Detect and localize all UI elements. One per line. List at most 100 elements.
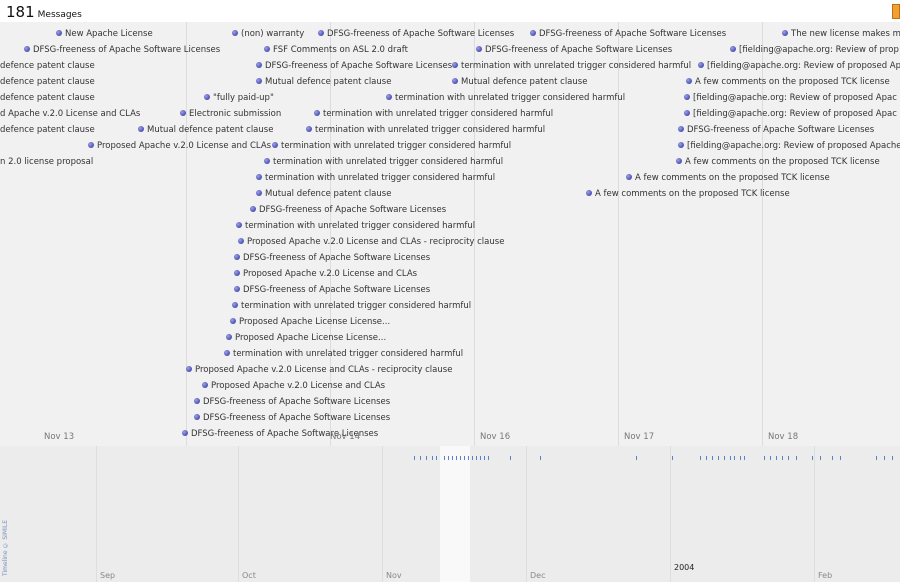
event-dot-icon[interactable]	[314, 110, 320, 116]
timeline-event[interactable]: d Apache v.2.0 License and CLAs	[0, 109, 140, 120]
event-title[interactable]: DFSG-freeness of Apache Software License…	[687, 125, 874, 135]
timeline-event[interactable]: Proposed Apache v.2.0 License and CLAs	[88, 141, 271, 152]
event-dot-icon[interactable]	[230, 318, 236, 324]
timeline-event[interactable]: DFSG-freeness of Apache Software License…	[256, 61, 452, 72]
timeline-event[interactable]: [fielding@apache.org: Review of proposed…	[678, 141, 900, 152]
event-title[interactable]: Proposed Apache License License...	[239, 317, 390, 327]
event-dot-icon[interactable]	[684, 110, 690, 116]
event-title[interactable]: termination with unrelated trigger consi…	[323, 109, 553, 119]
event-title[interactable]: termination with unrelated trigger consi…	[241, 301, 471, 311]
event-dot-icon[interactable]	[250, 206, 256, 212]
event-dot-icon[interactable]	[234, 254, 240, 260]
timeline-event[interactable]: New Apache License	[56, 29, 153, 40]
event-title[interactable]: A few comments on the proposed TCK licen…	[595, 189, 790, 199]
timeline-event[interactable]: termination with unrelated trigger consi…	[256, 173, 495, 184]
event-dot-icon[interactable]	[182, 430, 188, 436]
event-title[interactable]: [fielding@apache.org: Review of proposed…	[693, 93, 897, 103]
timeline-event[interactable]: defence patent clause	[0, 61, 95, 72]
timeline-event[interactable]: defence patent clause	[0, 77, 95, 88]
timeline-event[interactable]: DFSG-freeness of Apache Software License…	[250, 205, 446, 216]
timeline-event[interactable]: termination with unrelated trigger consi…	[236, 221, 475, 232]
event-title[interactable]: n 2.0 license proposal	[0, 157, 93, 167]
event-dot-icon[interactable]	[194, 414, 200, 420]
event-dot-icon[interactable]	[180, 110, 186, 116]
event-title[interactable]: Proposed Apache License License...	[235, 333, 386, 343]
visible-range-highlight[interactable]	[440, 446, 470, 582]
event-title[interactable]: Mutual defence patent clause	[147, 125, 273, 135]
event-title[interactable]: defence patent clause	[0, 125, 95, 135]
event-dot-icon[interactable]	[698, 62, 704, 68]
timeline-event[interactable]: Proposed Apache v.2.0 License and CLAs -…	[186, 365, 452, 376]
timeline-event[interactable]: Mutual defence patent clause	[256, 189, 391, 200]
event-title[interactable]: DFSG-freeness of Apache Software License…	[259, 205, 446, 215]
event-dot-icon[interactable]	[202, 382, 208, 388]
timeline-event[interactable]: A few comments on the proposed TCK licen…	[626, 173, 830, 184]
timeline-event[interactable]: defence patent clause	[0, 125, 95, 136]
event-title[interactable]: (non) warranty	[241, 29, 304, 39]
event-title[interactable]: A few comments on the proposed TCK licen…	[685, 157, 880, 167]
timeline-event[interactable]: DFSG-freeness of Apache Software License…	[530, 29, 726, 40]
event-dot-icon[interactable]	[204, 94, 210, 100]
timeline-event[interactable]: termination with unrelated trigger consi…	[264, 157, 503, 168]
timeline-event[interactable]: A few comments on the proposed TCK licen…	[686, 77, 890, 88]
event-dot-icon[interactable]	[306, 126, 312, 132]
event-title[interactable]: termination with unrelated trigger consi…	[461, 61, 691, 71]
event-title[interactable]: termination with unrelated trigger consi…	[233, 349, 463, 359]
timeline-event[interactable]: termination with unrelated trigger consi…	[314, 109, 553, 120]
event-dot-icon[interactable]	[730, 46, 736, 52]
event-title[interactable]: termination with unrelated trigger consi…	[315, 125, 545, 135]
timeline-event[interactable]: termination with unrelated trigger consi…	[224, 349, 463, 360]
timeline-event[interactable]: [fielding@apache.org: Review of proposed…	[684, 93, 897, 104]
event-dot-icon[interactable]	[232, 30, 238, 36]
event-title[interactable]: Electronic submission	[189, 109, 281, 119]
timeline-event[interactable]: Mutual defence patent clause	[256, 77, 391, 88]
event-dot-icon[interactable]	[452, 78, 458, 84]
timeline-event[interactable]: [fielding@apache.org: Review of proposed…	[698, 61, 900, 72]
event-title[interactable]: DFSG-freeness of Apache Software License…	[203, 413, 390, 423]
event-dot-icon[interactable]	[256, 190, 262, 196]
event-title[interactable]: A few comments on the proposed TCK licen…	[695, 77, 890, 87]
timeline-event[interactable]: Proposed Apache v.2.0 License and CLAs -…	[238, 237, 504, 248]
timeline-event[interactable]: DFSG-freeness of Apache Software License…	[678, 125, 874, 136]
event-dot-icon[interactable]	[256, 174, 262, 180]
event-title[interactable]: termination with unrelated trigger consi…	[273, 157, 503, 167]
timeline-event[interactable]: Proposed Apache License License...	[230, 317, 390, 328]
event-title[interactable]: [fielding@apache.org: Review of proposed…	[693, 109, 897, 119]
event-dot-icon[interactable]	[232, 302, 238, 308]
event-dot-icon[interactable]	[530, 30, 536, 36]
event-title[interactable]: The new license makes m	[791, 29, 900, 39]
timeline-event[interactable]: Mutual defence patent clause	[138, 125, 273, 136]
timeline-event[interactable]: DFSG-freeness of Apache Software License…	[234, 253, 430, 264]
event-dot-icon[interactable]	[56, 30, 62, 36]
timeline-event[interactable]: Proposed Apache License License...	[226, 333, 386, 344]
timeline-event[interactable]: termination with unrelated trigger consi…	[386, 93, 625, 104]
event-title[interactable]: DFSG-freeness of Apache Software License…	[265, 61, 452, 71]
timeline-event[interactable]: DFSG-freeness of Apache Software License…	[318, 29, 514, 40]
event-title[interactable]: DFSG-freeness of Apache Software License…	[243, 253, 430, 263]
event-title[interactable]: DFSG-freeness of Apache Software License…	[203, 397, 390, 407]
event-dot-icon[interactable]	[264, 46, 270, 52]
event-title[interactable]: Proposed Apache v.2.0 License and CLAs	[211, 381, 385, 391]
timeline-event[interactable]: FSF Comments on ASL 2.0 draft	[264, 45, 408, 56]
event-dot-icon[interactable]	[234, 270, 240, 276]
timeline-event[interactable]: [fielding@apache.org: Review of prop	[730, 45, 899, 56]
event-dot-icon[interactable]	[272, 142, 278, 148]
event-title[interactable]: defence patent clause	[0, 93, 95, 103]
event-title[interactable]: Proposed Apache v.2.0 License and CLAs	[243, 269, 417, 279]
event-dot-icon[interactable]	[678, 142, 684, 148]
event-dot-icon[interactable]	[676, 158, 682, 164]
timeline-event[interactable]: [fielding@apache.org: Review of proposed…	[684, 109, 897, 120]
event-dot-icon[interactable]	[226, 334, 232, 340]
timeline-event[interactable]: DFSG-freeness of Apache Software License…	[194, 413, 390, 424]
timeline-event[interactable]: DFSG-freeness of Apache Software License…	[194, 397, 390, 408]
event-title[interactable]: FSF Comments on ASL 2.0 draft	[273, 45, 408, 55]
event-dot-icon[interactable]	[626, 174, 632, 180]
event-title[interactable]: A few comments on the proposed TCK licen…	[635, 173, 830, 183]
corner-button[interactable]	[892, 4, 900, 19]
timeline-event[interactable]: (non) warranty	[232, 29, 304, 40]
event-dot-icon[interactable]	[318, 30, 324, 36]
event-dot-icon[interactable]	[224, 350, 230, 356]
event-dot-icon[interactable]	[194, 398, 200, 404]
timeline[interactable]: New Apache License (non) warranty DFSG-fre…	[0, 22, 900, 582]
event-title[interactable]: DFSG-freeness of Apache Software License…	[327, 29, 514, 39]
